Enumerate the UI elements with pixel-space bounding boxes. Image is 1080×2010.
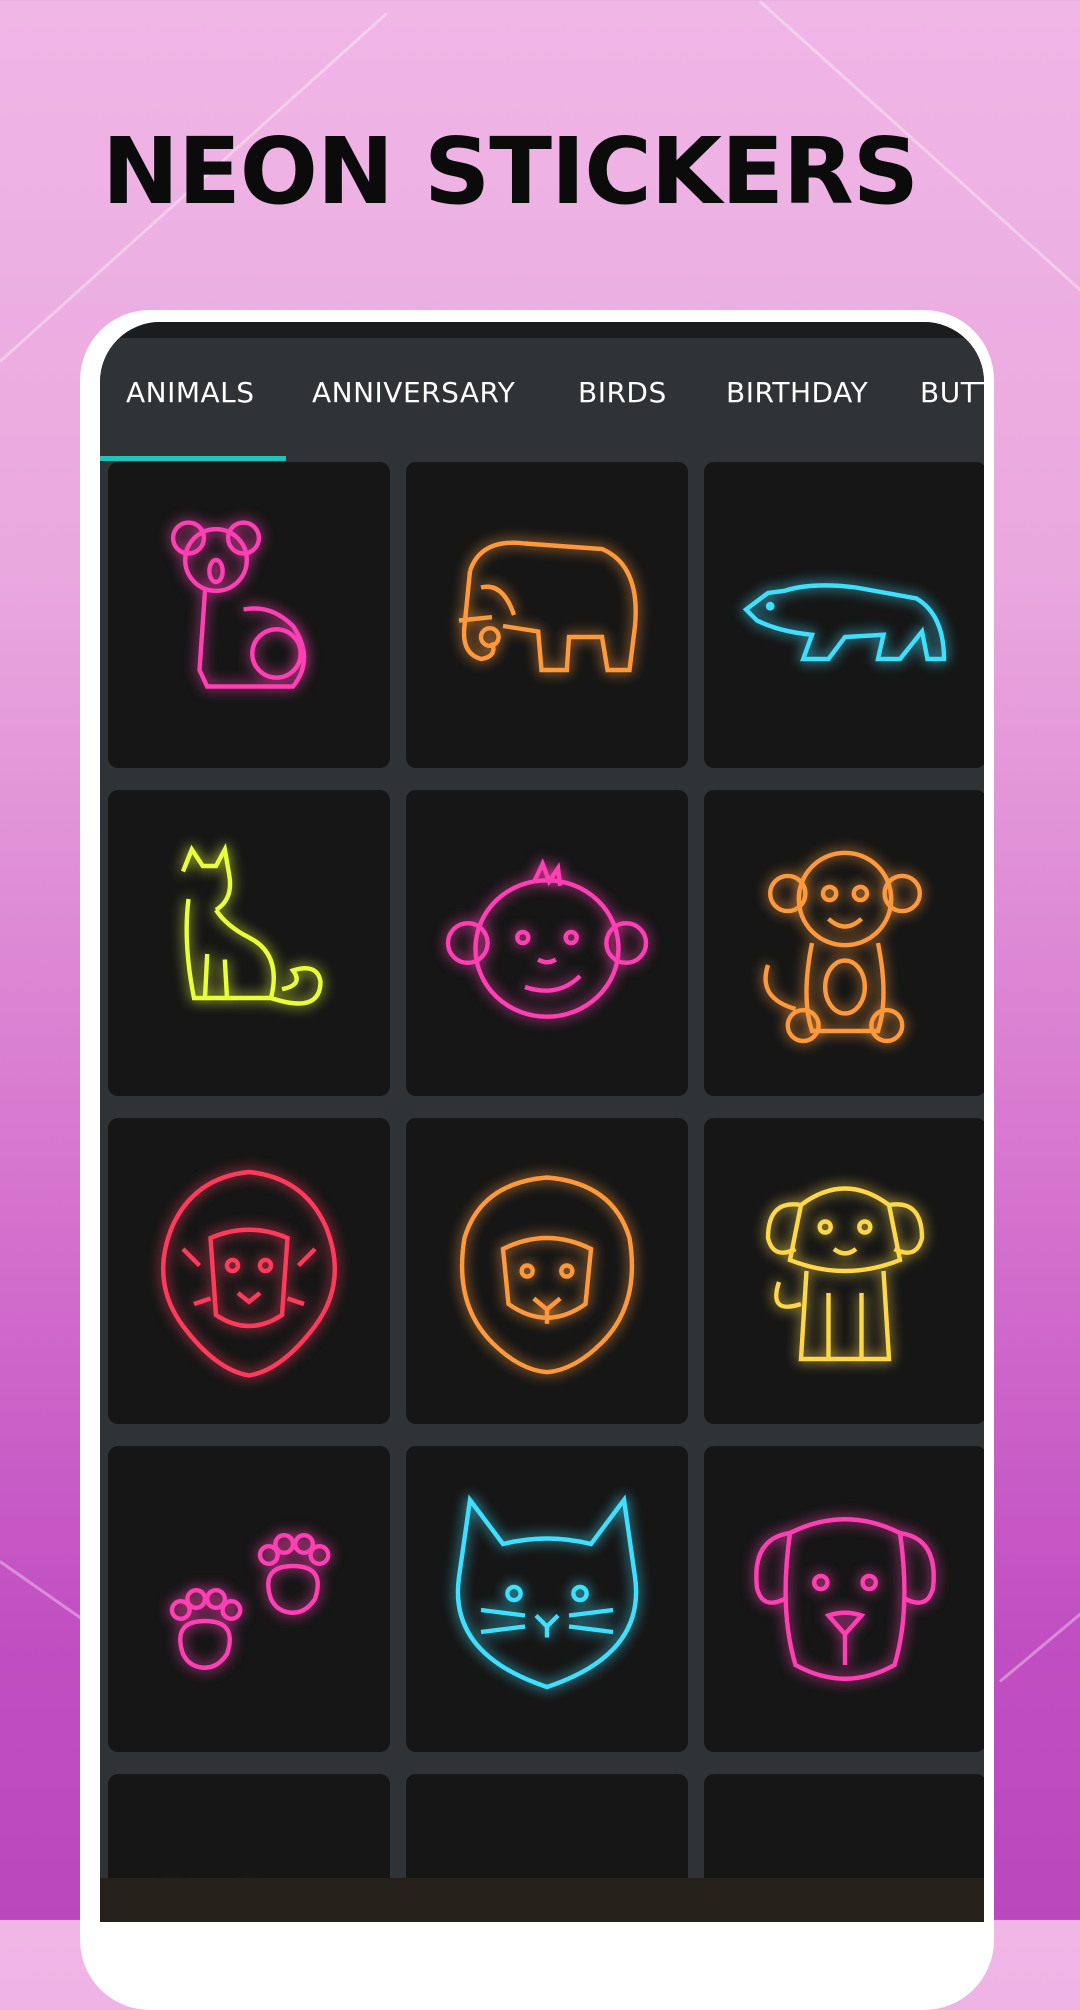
sticker-tile-koala[interactable] <box>108 462 390 768</box>
tab-birds[interactable]: BIRDS <box>578 376 667 409</box>
category-tab-bar[interactable]: ANIMALS ANNIVERSARY BIRDS BIRTHDAY BUTT <box>100 338 984 461</box>
sticker-tile-elephant[interactable] <box>406 462 688 768</box>
tab-birthday[interactable]: BIRTHDAY <box>726 376 868 409</box>
sticker-tile-cat-sitting[interactable] <box>108 790 390 1096</box>
phone-screen: ANIMALS ANNIVERSARY BIRDS BIRTHDAY BUTT <box>100 322 984 1922</box>
tab-butt[interactable]: BUTT <box>920 376 984 409</box>
monkey-sitting-icon <box>763 850 922 1044</box>
lion-face-icon <box>459 1175 635 1375</box>
tab-anniversary[interactable]: ANNIVERSARY <box>312 376 515 409</box>
lion-head-icon <box>161 1169 337 1378</box>
sticker-tile-lion-head[interactable] <box>108 1118 390 1424</box>
koala-icon <box>170 520 307 689</box>
bear-icon <box>742 583 947 662</box>
sticker-tile-monkey-face[interactable] <box>406 790 688 1096</box>
sticker-tile-dog-face[interactable] <box>704 1446 984 1752</box>
sticker-tile-paws[interactable] <box>108 1446 390 1752</box>
dog-sitting-icon <box>765 1186 925 1362</box>
sticker-tile-lion-face[interactable] <box>406 1118 688 1424</box>
monkey-face-icon <box>445 858 649 1019</box>
tab-selected-indicator <box>100 456 286 461</box>
sticker-tile-monkey-sitting[interactable] <box>704 790 984 1096</box>
cat-face-icon <box>455 1494 639 1690</box>
dog-face-icon <box>754 1517 936 1681</box>
background-line <box>999 1551 1080 1683</box>
sticker-tile-dog-sitting[interactable] <box>704 1118 984 1424</box>
tab-animals[interactable]: ANIMALS <box>126 376 255 409</box>
paws-icon <box>169 1533 331 1670</box>
sticker-tile-cat-face[interactable] <box>406 1446 688 1752</box>
status-bar <box>100 322 984 338</box>
page-headline: NEON STICKERS <box>101 118 919 225</box>
bottom-bar <box>100 1878 984 1922</box>
sticker-tile-bear[interactable] <box>704 462 984 768</box>
cat-sitting-icon <box>180 842 323 1006</box>
elephant-icon <box>458 540 638 673</box>
